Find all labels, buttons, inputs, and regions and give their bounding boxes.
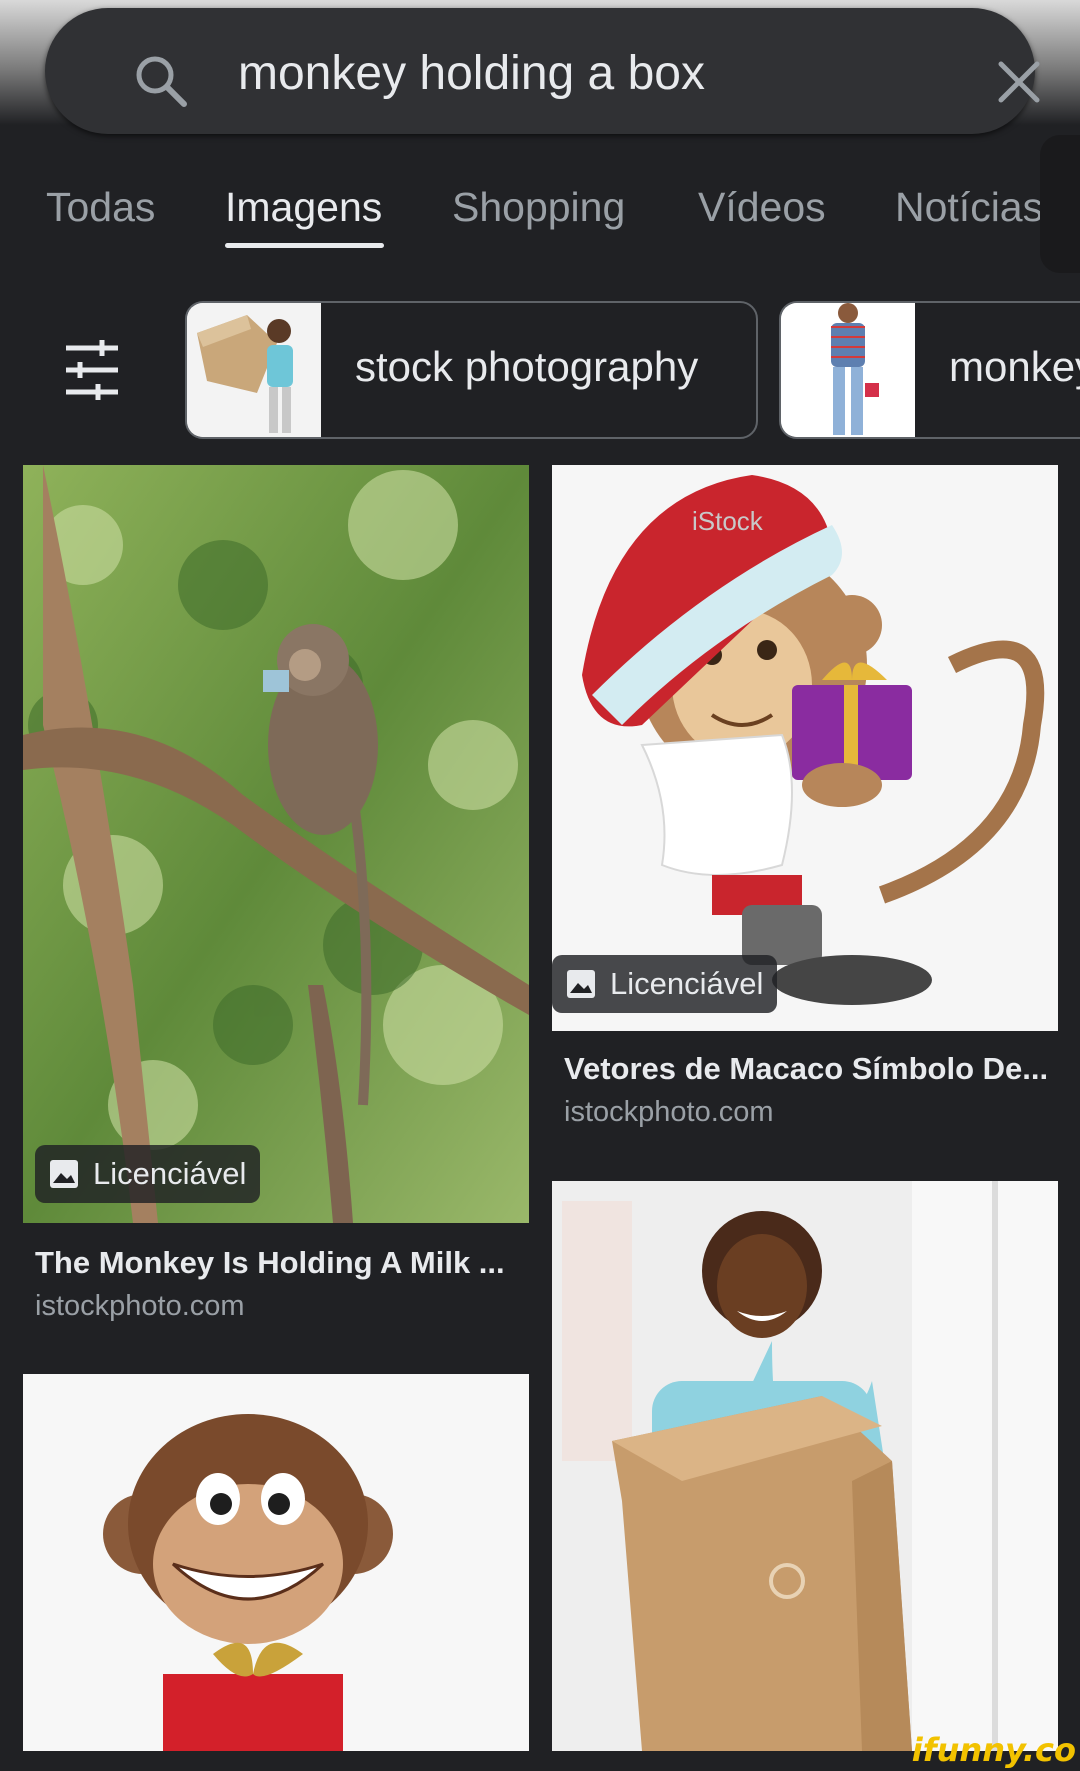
result-title[interactable]: Vetores de Macaco Símbolo De... bbox=[564, 1051, 1048, 1087]
search-input[interactable]: monkey holding a box bbox=[238, 46, 705, 101]
search-icon[interactable] bbox=[133, 53, 189, 109]
image-icon bbox=[567, 970, 595, 998]
chip-stock-photography[interactable]: stock photography bbox=[185, 301, 758, 439]
chip-label: monkey bbox=[949, 343, 1080, 390]
result-image-monkey-tree[interactable]: Licenciável bbox=[23, 465, 529, 1223]
active-tab-indicator bbox=[225, 243, 384, 248]
tab-todas[interactable]: Todas bbox=[46, 184, 155, 231]
watermark-logo: ifunny.co bbox=[911, 1731, 1076, 1769]
chip-thumbnail bbox=[781, 303, 915, 437]
result-image-cartoon-monkey[interactable] bbox=[23, 1374, 529, 1751]
result-image-boy-box[interactable] bbox=[552, 1181, 1058, 1751]
image-icon bbox=[50, 1160, 78, 1188]
tab-noticias[interactable]: Notícias bbox=[895, 184, 1043, 231]
sliders-icon[interactable] bbox=[60, 340, 124, 400]
svg-text:iStock: iStock bbox=[692, 506, 764, 536]
license-badge: Licenciável bbox=[35, 1145, 261, 1203]
tab-shopping[interactable]: Shopping bbox=[452, 184, 625, 231]
result-source: istockphoto.com bbox=[564, 1096, 774, 1128]
tabs-edge bbox=[1040, 135, 1080, 273]
result-title[interactable]: The Monkey Is Holding A Milk ... bbox=[35, 1245, 505, 1281]
tab-videos[interactable]: Vídeos bbox=[698, 184, 826, 231]
tab-imagens[interactable]: Imagens bbox=[225, 184, 382, 231]
license-badge: Licenciável bbox=[552, 955, 778, 1013]
result-image-santa-monkey[interactable]: iStock Licenciável bbox=[552, 465, 1058, 1031]
chip-monkey[interactable]: monkey bbox=[779, 301, 1080, 439]
chip-thumbnail bbox=[187, 303, 321, 437]
close-icon[interactable] bbox=[995, 58, 1043, 106]
search-bar[interactable]: monkey holding a box bbox=[45, 8, 1040, 134]
result-source: istockphoto.com bbox=[35, 1290, 245, 1322]
chip-label: stock photography bbox=[355, 343, 699, 390]
